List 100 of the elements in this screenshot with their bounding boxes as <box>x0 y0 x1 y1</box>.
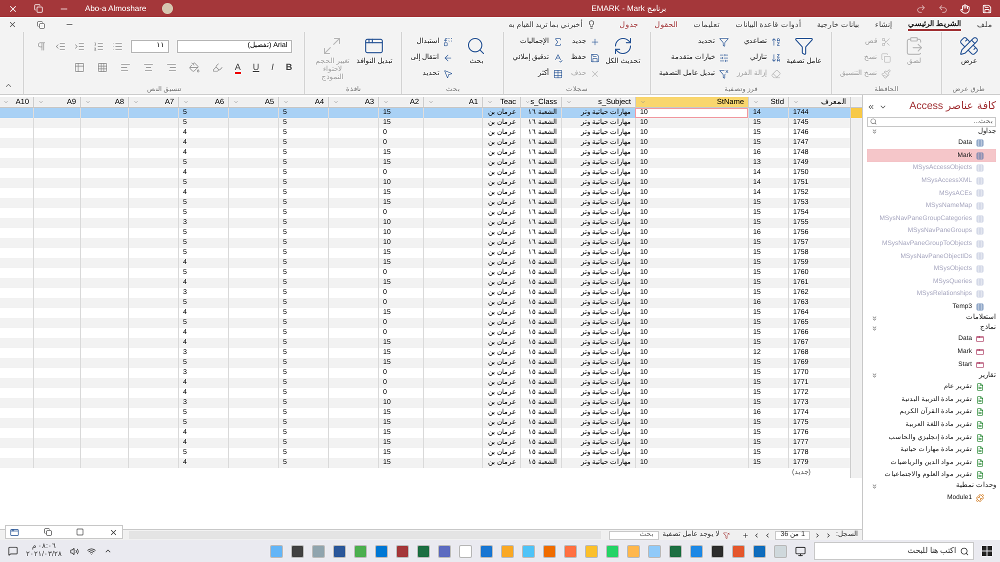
paintbrush-icon <box>881 69 891 79</box>
highlighter-icon[interactable] <box>212 62 223 74</box>
form-icon <box>976 348 984 356</box>
expand-icon[interactable] <box>871 324 878 332</box>
resize-icon <box>322 36 342 56</box>
funnel-icon <box>719 37 730 47</box>
first-record-icon[interactable] <box>825 532 832 538</box>
table-icon <box>553 69 564 79</box>
taskbar-search-field[interactable]: اكتب هنا للبحث <box>814 542 974 560</box>
restore-icon[interactable] <box>37 20 45 28</box>
user-name[interactable]: Abo-a Almoshare <box>85 2 146 14</box>
redo-icon[interactable] <box>916 4 926 14</box>
horizontal-scrollbar[interactable] <box>129 531 601 539</box>
table-icon <box>976 264 984 273</box>
table-icon <box>976 202 984 210</box>
next-record-icon[interactable] <box>764 532 772 538</box>
network-icon[interactable] <box>86 546 96 556</box>
funnel-icon <box>719 69 730 79</box>
collapse-ribbon-icon[interactable] <box>4 81 13 90</box>
windows-logo-icon[interactable] <box>982 546 992 556</box>
funnel-icon <box>794 36 814 56</box>
format-button[interactable]: I <box>271 61 274 74</box>
avatar[interactable] <box>162 3 174 14</box>
app-icon[interactable] <box>333 544 346 558</box>
format-button[interactable]: A <box>234 62 241 74</box>
window-title: برنامج EMARK - Mark <box>591 2 666 14</box>
table-icon[interactable] <box>74 62 85 74</box>
pointer-icon <box>443 69 454 79</box>
report-icon <box>976 458 984 467</box>
gridlines-icon[interactable] <box>96 62 108 74</box>
table-icon <box>976 164 984 172</box>
maximize-icon[interactable] <box>76 528 84 536</box>
close-icon[interactable] <box>108 528 118 536</box>
expand-icon[interactable] <box>871 128 878 136</box>
notification-icon[interactable] <box>8 546 18 556</box>
sort-ascending-icon <box>771 37 782 47</box>
outdent-icon[interactable] <box>55 41 66 52</box>
search-icon <box>870 118 877 126</box>
last-record-icon[interactable] <box>753 532 760 538</box>
numbered-list-icon[interactable] <box>93 41 104 52</box>
app-icon[interactable] <box>669 544 682 558</box>
copy-icon <box>881 53 891 63</box>
align-left-icon[interactable] <box>120 62 131 74</box>
align-right-icon[interactable] <box>166 62 177 74</box>
table-icon <box>976 290 984 298</box>
report-icon <box>976 420 984 429</box>
restore-icon[interactable] <box>44 528 52 536</box>
tray-expand-icon[interactable] <box>104 547 112 555</box>
table-icon <box>976 152 984 160</box>
report-icon <box>976 434 984 442</box>
eraser-icon <box>771 69 782 79</box>
table-icon <box>976 176 984 185</box>
arrow-icon <box>443 53 454 63</box>
report-icon <box>976 383 984 392</box>
search-icon <box>960 546 969 556</box>
app-icon[interactable] <box>711 544 724 558</box>
window-preview-tooltip[interactable] <box>5 525 123 539</box>
new-record-icon[interactable] <box>742 532 750 538</box>
app-icon[interactable] <box>417 544 430 558</box>
restore-icon[interactable] <box>34 4 43 13</box>
save-icon[interactable] <box>982 4 992 14</box>
align-center-icon[interactable] <box>142 62 154 74</box>
indent-icon[interactable] <box>74 41 86 52</box>
close-icon[interactable] <box>8 20 17 29</box>
module-icon <box>976 494 984 502</box>
expand-icon[interactable] <box>871 314 878 322</box>
table-icon <box>976 302 984 311</box>
report-icon <box>976 408 984 416</box>
table-icon <box>976 139 984 148</box>
table-icon <box>976 214 984 223</box>
clipboard-icon <box>904 36 924 56</box>
scissors-icon <box>881 37 891 47</box>
expand-icon[interactable] <box>871 483 878 490</box>
close-icon <box>590 69 600 79</box>
sort-descending-icon <box>771 53 782 63</box>
collapse-pane-icon[interactable] <box>867 102 875 111</box>
pencil-ruler-icon <box>959 36 979 56</box>
touch-mode-icon[interactable] <box>960 4 970 14</box>
sliders-icon <box>719 53 730 63</box>
previous-record-icon[interactable] <box>814 532 822 538</box>
report-icon <box>976 446 984 454</box>
table-icon <box>976 189 984 198</box>
record-selector[interactable] <box>850 468 862 478</box>
fill-color-icon[interactable] <box>188 62 200 74</box>
record-selector[interactable] <box>850 108 862 118</box>
format-button[interactable]: B <box>286 61 292 74</box>
volume-icon[interactable] <box>70 546 79 556</box>
format-button[interactable]: U <box>252 61 260 74</box>
refresh-icon <box>613 36 634 56</box>
paragraph-icon[interactable] <box>36 41 48 52</box>
table-icon <box>976 252 984 260</box>
app-icon[interactable] <box>396 544 409 558</box>
task-view-icon[interactable] <box>795 546 806 556</box>
expand-icon[interactable] <box>871 372 878 380</box>
table-icon <box>976 227 984 236</box>
form-icon <box>976 335 984 344</box>
undo-icon[interactable] <box>938 4 948 14</box>
form-icon <box>976 360 984 369</box>
close-icon[interactable] <box>8 4 18 14</box>
app-icon[interactable] <box>291 544 304 558</box>
